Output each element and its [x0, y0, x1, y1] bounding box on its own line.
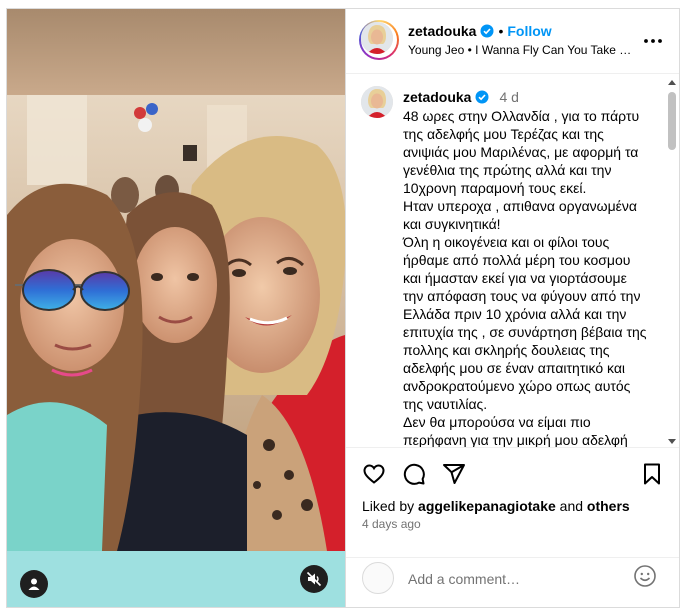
user-tag-icon: [28, 578, 40, 590]
muted-speaker-icon: [306, 571, 322, 587]
caption-avatar-illustration: [361, 86, 393, 118]
caption-text: 48 ωρες στην Ολλανδία , για το πάρτυ της…: [403, 108, 647, 448]
emoji-icon[interactable]: [633, 564, 657, 588]
verified-badge-icon: [475, 90, 489, 104]
post-actions-bar: [346, 448, 679, 496]
more-options-icon: [644, 39, 662, 43]
media-top-band: [7, 9, 345, 95]
scroll-down-arrow[interactable]: [668, 439, 676, 444]
add-comment-row: [346, 557, 679, 607]
photo-illustration: [7, 95, 345, 551]
viewer-avatar: [362, 562, 394, 594]
header-title-row: zetadouka • Follow: [408, 23, 552, 39]
liked-by-user[interactable]: aggelikepanagiotake: [418, 498, 556, 514]
heart-icon[interactable]: [362, 462, 386, 486]
post-date[interactable]: 4 days ago: [362, 517, 421, 531]
author-username[interactable]: zetadouka: [408, 23, 476, 39]
post-header: zetadouka • Follow Young Jeo • I Wanna F…: [346, 9, 679, 74]
caption-header: zetadouka 4 d: [403, 89, 519, 105]
author-avatar-story-ring[interactable]: [359, 20, 399, 60]
post-photo[interactable]: [7, 95, 345, 551]
post-modal: zetadouka • Follow Young Jeo • I Wanna F…: [6, 8, 680, 608]
bookmark-icon[interactable]: [640, 462, 664, 486]
comment-input[interactable]: [406, 567, 620, 591]
caption-username[interactable]: zetadouka: [403, 89, 471, 105]
likes-and: and: [559, 498, 584, 514]
comment-icon[interactable]: [402, 462, 426, 486]
caption-timestamp[interactable]: 4 d: [499, 89, 518, 105]
author-avatar: [361, 22, 393, 54]
share-icon[interactable]: [442, 462, 466, 486]
comments-scroll-area[interactable]: zetadouka 4 d 48 ωρες στην Ολλανδία , γι…: [346, 74, 679, 448]
likes-prefix: Liked by: [362, 498, 415, 514]
mute-button[interactable]: [300, 565, 328, 593]
scroll-up-arrow[interactable]: [668, 80, 676, 85]
post-side-panel: zetadouka • Follow Young Jeo • I Wanna F…: [345, 9, 679, 607]
media-bottom-band: [7, 551, 345, 607]
more-options-button[interactable]: [643, 33, 663, 44]
author-avatar-illustration: [361, 22, 393, 54]
post-media[interactable]: [7, 9, 345, 607]
likes-others-link[interactable]: others: [587, 498, 630, 514]
scroll-thumb[interactable]: [668, 92, 676, 150]
audio-track-link[interactable]: Young Jeo • I Wanna Fly Can You Take Me …: [408, 43, 640, 57]
verified-badge-icon: [480, 24, 494, 38]
caption-author-avatar[interactable]: [361, 86, 393, 118]
follow-button[interactable]: Follow: [507, 23, 551, 39]
user-tag-button[interactable]: [20, 570, 48, 598]
likes-summary: Liked by aggelikepanagiotake and others: [362, 498, 630, 514]
comments-scrollbar[interactable]: [667, 80, 677, 444]
header-dot-separator: •: [498, 23, 504, 39]
